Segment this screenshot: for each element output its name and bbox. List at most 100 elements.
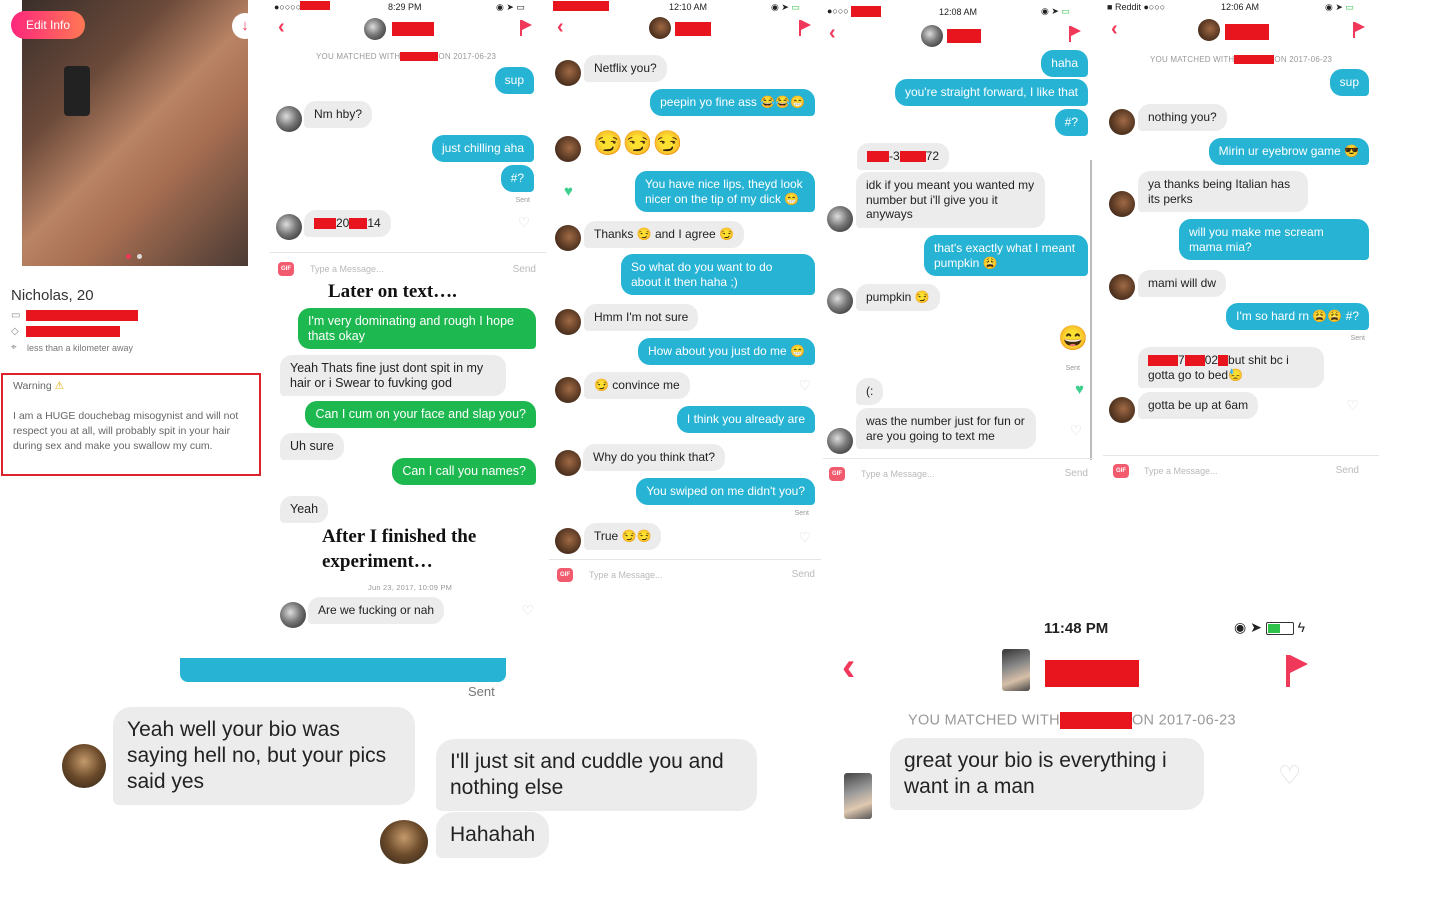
match-avatar[interactable] [364, 18, 386, 40]
chat4-panel: ■ Reddit ●○○○ 12:06 AM ◉ ➤ ▭ ‹ YOU MATCH… [1103, 0, 1379, 490]
back-button[interactable]: ‹ [278, 16, 285, 39]
status-time: 8:29 PM [388, 2, 422, 12]
photo-page-dots [126, 246, 142, 264]
sent-label: Sent [1065, 365, 1080, 372]
message-received: pumpkin 😏 [856, 284, 940, 311]
sender-avatar [1109, 274, 1135, 300]
sender-avatar [827, 206, 853, 232]
sender-avatar [280, 602, 306, 628]
message-input[interactable]: Type a Message... [589, 570, 663, 580]
liked-heart-icon[interactable]: ♥ [1075, 381, 1084, 398]
sender-avatar [555, 225, 581, 251]
message-received: I'll just sit and cuddle you and nothing… [436, 739, 757, 811]
message-sent: You swiped on me didn't you? [636, 478, 815, 505]
report-flag-icon[interactable] [1286, 655, 1310, 687]
message-received: was the number just for fun or are you g… [856, 408, 1036, 449]
message-received: True 😏😏 [584, 523, 662, 550]
like-heart-icon[interactable]: ♡ [798, 529, 811, 546]
match-avatar[interactable] [649, 17, 671, 39]
download-icon[interactable]: ↓ [232, 13, 258, 39]
composer-divider [823, 458, 1093, 459]
sent-label: Sent [515, 197, 530, 204]
like-heart-icon[interactable]: ♡ [517, 214, 530, 231]
back-button[interactable]: ‹ [842, 647, 855, 687]
send-button[interactable]: Send [1065, 468, 1088, 479]
message-sent: Mirin ur eyebrow game 😎 [1208, 138, 1369, 165]
sender-avatar [62, 744, 106, 788]
chat2-panel: 12:10 AM ◉ ➤ ▭ ‹ Netflix you? peepin yo … [549, 0, 821, 592]
message-input[interactable]: Type a Message... [1144, 466, 1218, 476]
message-received: great your bio is everything i want in a… [890, 738, 1204, 810]
status-time: 12:08 AM [939, 7, 978, 17]
carrier-redacted [553, 1, 609, 11]
message-received: Thanks 😏 and I agree 😏 [584, 221, 744, 248]
message-received: Netflix you? [584, 55, 667, 82]
match-avatar[interactable] [1198, 19, 1220, 41]
battery-icon: ◉ ➤ ▭ [496, 2, 525, 12]
sent-label: Sent [1350, 335, 1365, 342]
like-heart-icon[interactable]: ♡ [521, 602, 534, 619]
message-received: Yeah well your bio was saying hell no, b… [113, 707, 415, 805]
scrollbar[interactable] [1090, 160, 1092, 460]
caption-later: Later on text…. [328, 281, 457, 302]
message-received-number: 7 02 but shit bc i gotta go to bed😓 [1138, 347, 1324, 388]
report-flag-icon[interactable] [520, 20, 532, 36]
sender-avatar [1109, 109, 1135, 135]
message-input[interactable]: Type a Message... [861, 469, 935, 479]
gif-button[interactable]: GIF [829, 467, 845, 481]
match-name-redacted [675, 22, 711, 36]
message-received: Are we fucking or nah [308, 597, 445, 624]
status-time: 11:48 PM [1044, 620, 1109, 637]
report-flag-icon[interactable] [799, 20, 811, 36]
sender-avatar [1109, 191, 1135, 217]
caption-after: After I finished the experiment… [322, 526, 477, 572]
message-input[interactable]: Type a Message... [310, 264, 384, 274]
carrier-label: ■ Reddit ●○○○ [1107, 2, 1166, 12]
warning-box: Warning ⚠ I am a HUGE douchebag misogyni… [1, 373, 261, 476]
text-received: Yeah Thats fine just dont spit in my hai… [280, 355, 506, 396]
composer-divider [1103, 455, 1379, 456]
chat1-panel: ●○○○○ 8:29 PM ◉ ➤ ▭ ‹ YOU MATCHED WITH ON… [270, 0, 546, 640]
send-button[interactable]: Send [792, 569, 815, 580]
report-flag-icon[interactable] [1353, 22, 1365, 38]
gif-button[interactable]: GIF [278, 262, 294, 276]
gif-button[interactable]: GIF [1113, 464, 1129, 478]
like-heart-icon[interactable]: ♡ [1069, 422, 1082, 439]
message-sent: How about you just do me 😁 [637, 338, 815, 365]
message-received: nothing you? [1138, 104, 1227, 131]
location-icon: ⌖ [11, 342, 17, 353]
message-sent: peepin yo fine ass 😂😂😁 [650, 89, 815, 116]
match-avatar[interactable] [1002, 649, 1030, 691]
send-button[interactable]: Send [513, 264, 536, 275]
message-received: idk if you meant you wanted my number bu… [856, 172, 1045, 228]
job-redacted [26, 310, 138, 321]
message-sent: you're straight forward, I like that [894, 79, 1088, 106]
like-heart-icon[interactable]: ♡ [1278, 760, 1301, 791]
match-avatar[interactable] [921, 25, 943, 47]
message-received: (: [856, 378, 884, 405]
back-button[interactable]: ‹ [829, 22, 836, 45]
sender-avatar [1109, 397, 1135, 423]
liked-heart-icon[interactable]: ♥ [564, 183, 573, 200]
back-button[interactable]: ‹ [557, 16, 564, 39]
message-sent: that's exactly what I meant pumpkin 😩 [924, 235, 1088, 276]
status-time: 12:10 AM [669, 2, 708, 12]
job-icon: ▭ [11, 310, 21, 321]
school-redacted [26, 326, 120, 337]
send-button[interactable]: Send [1336, 465, 1359, 476]
profile-photo [22, 0, 248, 266]
report-flag-icon[interactable] [1069, 26, 1081, 42]
edit-info-button[interactable]: Edit Info [11, 11, 85, 39]
message-received-number: 20 14 [304, 210, 391, 237]
text-received: Uh sure [280, 433, 344, 460]
back-button[interactable]: ‹ [1111, 18, 1118, 41]
composer-divider [270, 252, 546, 253]
sender-avatar [844, 773, 872, 819]
sender-avatar [555, 309, 581, 335]
like-heart-icon[interactable]: ♡ [798, 377, 811, 394]
gif-button[interactable]: GIF [557, 568, 573, 582]
message-received: gotta be up at 6am [1138, 392, 1259, 419]
message-sent: sup [1329, 69, 1369, 96]
emoji-message: 😄 [1058, 325, 1088, 352]
like-heart-icon[interactable]: ♡ [1346, 397, 1359, 414]
